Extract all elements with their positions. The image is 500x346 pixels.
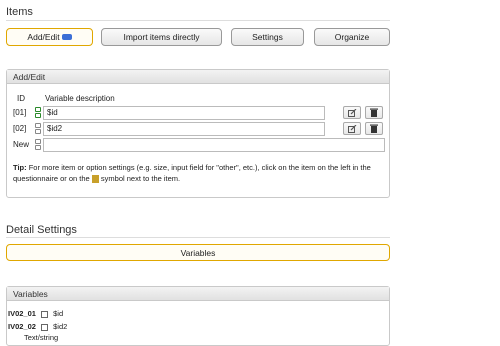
edit-icon[interactable] [41, 310, 49, 318]
move-updown-icon[interactable] [35, 107, 41, 119]
items-divider [6, 20, 390, 21]
move-updown-icon [35, 139, 41, 151]
tab-add-edit-label: Add/Edit [27, 32, 60, 42]
move-updown-icon[interactable] [35, 123, 41, 135]
tip-text-part1: For more item or option settings (e.g. s… [13, 163, 371, 183]
item-description-input[interactable]: $id2 [43, 122, 325, 136]
item-row: [02] $id2 [13, 122, 385, 136]
tab-organize[interactable]: Organize [314, 28, 390, 46]
tab-settings[interactable]: Settings [231, 28, 304, 46]
detail-divider [6, 237, 390, 238]
add-edit-panel: Add/Edit ID Variable description [01] $i… [6, 69, 390, 198]
tip-text-part2: symbol next to the item. [100, 174, 181, 183]
edit-button[interactable] [343, 106, 361, 119]
add-edit-panel-title: Add/Edit [7, 70, 389, 84]
delete-button[interactable] [365, 106, 383, 119]
tag-icon [61, 34, 72, 40]
pencil-icon [91, 175, 99, 184]
variables-button-label: Variables [180, 247, 216, 258]
trash-icon [370, 108, 378, 117]
item-id: [02] [13, 124, 27, 133]
variable-line: IV02_02 $id2 [8, 322, 67, 331]
item-row: [01] $id [13, 106, 385, 120]
new-item-row: New [13, 138, 385, 152]
column-header-description: Variable description [45, 94, 115, 103]
tab-add-edit[interactable]: Add/Edit [6, 28, 93, 46]
new-item-label: New [13, 140, 30, 149]
delete-button[interactable] [365, 122, 383, 135]
variables-panel: Variables [6, 286, 390, 346]
item-description-input[interactable]: $id [43, 106, 325, 120]
edit-icon [347, 108, 356, 117]
variables-panel-title: Variables [7, 287, 389, 301]
tab-settings-label: Settings [252, 32, 283, 42]
new-item-input[interactable] [43, 138, 385, 152]
tab-import-items[interactable]: Import items directly [101, 28, 222, 46]
edit-icon [347, 124, 356, 133]
column-header-id: ID [17, 94, 25, 103]
edit-icon[interactable] [41, 323, 49, 331]
tab-import-label: Import items directly [123, 32, 200, 42]
trash-icon [370, 124, 378, 133]
edit-button[interactable] [343, 122, 361, 135]
tip-label: Tip: [13, 163, 27, 172]
variable-name: IV02_01 [8, 309, 36, 318]
item-id: [01] [13, 108, 27, 117]
tab-organize-label: Organize [334, 32, 370, 42]
variable-value: $id [53, 309, 64, 318]
variable-line: IV02_01 $id [8, 309, 63, 318]
variables-button[interactable]: Variables [6, 244, 390, 261]
tip-text: Tip: For more item or option settings (e… [13, 162, 385, 184]
items-heading: Items [6, 6, 33, 18]
detail-settings-heading: Detail Settings [6, 224, 77, 236]
variable-value: $id2 [53, 322, 68, 331]
variable-type: Text/string [24, 333, 59, 342]
variable-name: IV02_02 [8, 322, 36, 331]
